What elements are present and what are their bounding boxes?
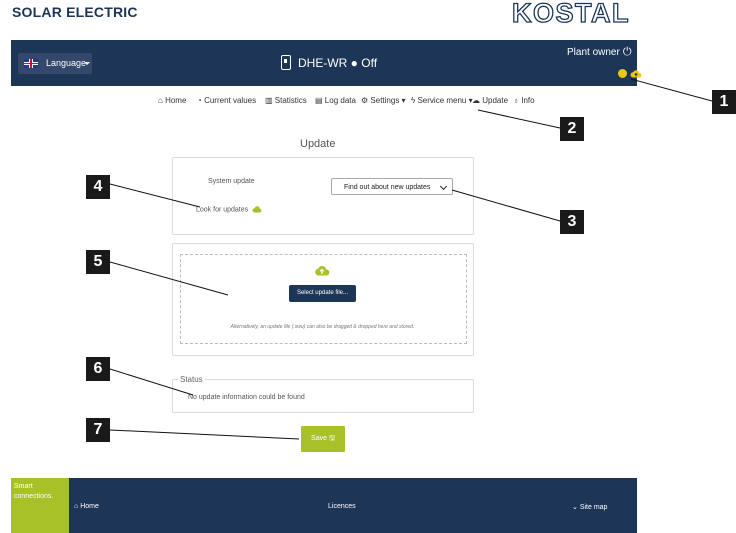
callout-4: 4 [86,175,110,199]
callout-lines [109,78,713,440]
callout-7: 7 [86,418,110,442]
callout-1: 1 [712,90,736,114]
callout-5: 5 [86,250,110,274]
callout-6: 6 [86,357,110,381]
callout-2: 2 [560,117,584,141]
callout-3: 3 [560,210,584,234]
